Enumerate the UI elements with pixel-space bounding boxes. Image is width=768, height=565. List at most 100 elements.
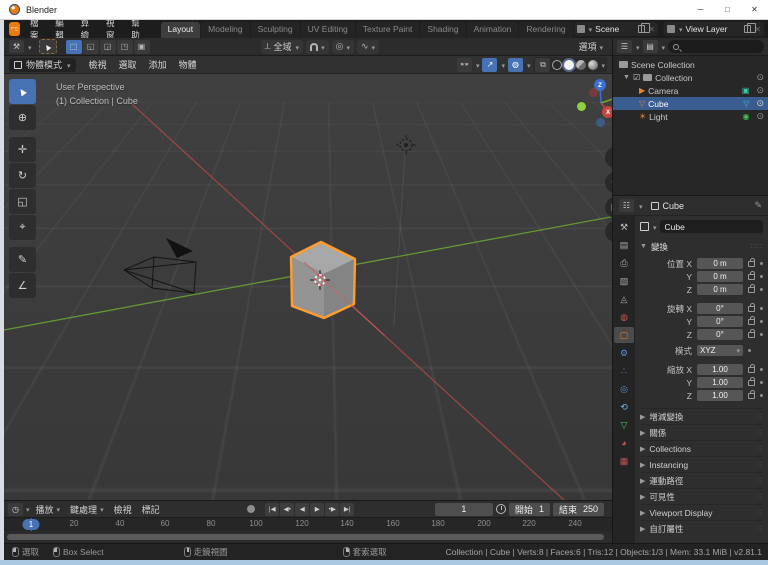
shading-material-button[interactable] (576, 59, 587, 70)
view-layer-selector[interactable]: View Layer ✕ (664, 22, 764, 36)
object-mode-dropdown[interactable]: 物體模式 (9, 57, 76, 72)
gizmo-x-axis[interactable]: X (602, 106, 612, 118)
shading-solid-button[interactable] (564, 59, 575, 70)
eye-icon[interactable]: ⊙ (756, 72, 764, 83)
timeline-menu-view[interactable]: 檢視 (110, 503, 136, 516)
timeline-menu-marker[interactable]: 標記 (138, 503, 164, 516)
end-frame-field[interactable]: 結束 250 (552, 502, 604, 516)
panel-relations[interactable]: ▶ 關係 ∷ (640, 424, 763, 440)
outliner-row-cube[interactable]: ▽ Cube ▽ ⊙ (613, 97, 768, 110)
lock-icon[interactable] (748, 257, 755, 267)
timeline-editor-icon[interactable]: ◷ (8, 502, 23, 516)
scale-y-input[interactable]: 1.00 (697, 377, 743, 388)
scale-z-input[interactable]: 1.00 (697, 390, 743, 401)
current-frame-field[interactable]: 1 (434, 502, 493, 516)
tab-layout[interactable]: Layout (160, 22, 201, 38)
properties-editor-icon[interactable]: ☷ (619, 199, 634, 212)
panel-motion-paths[interactable]: ▶ 運動路徑 ∷ (640, 472, 763, 488)
outliner-row-camera[interactable]: ▶ Camera ▣ ⊙ (613, 84, 768, 97)
select-mode-extend-button[interactable]: ◱ (82, 39, 99, 54)
rotation-x-input[interactable]: 0° (697, 303, 743, 314)
panel-collections[interactable]: ▶ Collections ∷ (640, 440, 763, 456)
select-mode-intersect-button[interactable]: ▣ (133, 39, 150, 54)
snap-toggle[interactable] (306, 39, 329, 54)
outliner-search-input[interactable] (668, 40, 764, 53)
tab-view-layer[interactable]: ▧ (614, 273, 634, 289)
tab-tool[interactable]: ⚒ (614, 219, 634, 235)
eye-icon[interactable]: ⊙ (756, 98, 764, 109)
scene-selector[interactable]: Scene ✕ (573, 22, 658, 36)
gizmo-x-neg-axis[interactable] (589, 88, 598, 97)
maximize-button[interactable]: □ (714, 0, 741, 20)
tab-particles[interactable]: ∴ (614, 363, 634, 379)
tab-object-data[interactable]: ▽ (614, 417, 634, 433)
object-name-input[interactable]: Cube (659, 220, 763, 233)
timeline-ruler[interactable]: 20 40 60 80 100 120 140 160 180 200 220 … (4, 517, 612, 531)
tab-uv-editing[interactable]: UV Editing (300, 22, 355, 38)
tab-constraints[interactable]: ⟲ (614, 399, 634, 415)
tab-physics[interactable]: ◎ (614, 381, 634, 397)
options-dropdown[interactable]: 選項 (578, 40, 607, 53)
location-y-input[interactable]: 0 m (697, 271, 743, 282)
tool-move[interactable]: ✛ (9, 137, 36, 162)
start-frame-field[interactable]: 開始 1 (508, 502, 550, 516)
next-keyframe-button[interactable]: •▶ (325, 502, 340, 516)
jump-to-start-button[interactable]: |◀ (265, 502, 280, 516)
lock-icon[interactable] (748, 328, 755, 338)
viewport-menu-select[interactable]: 選取 (114, 58, 142, 71)
gizmo-z-neg-axis[interactable] (596, 118, 605, 127)
play-reverse-button[interactable]: ◀ (295, 502, 310, 516)
panel-instancing[interactable]: ▶ Instancing ∷ (640, 456, 763, 472)
falloff-dropdown[interactable]: ∿ (356, 39, 380, 54)
eye-icon[interactable]: ⊙ (756, 111, 764, 122)
disclosure-triangle-icon[interactable]: ▼ (623, 74, 630, 81)
viewport-3d[interactable]: User Perspective (1) Collection | Cube ▲… (4, 74, 612, 500)
lock-icon[interactable] (748, 270, 755, 280)
outliner-row-scene-collection[interactable]: Scene Collection (613, 58, 768, 71)
panel-drag-handle[interactable]: ∷∷ (751, 242, 763, 251)
new-view-layer-icon[interactable] (744, 23, 757, 33)
animate-dot-icon[interactable] (760, 307, 763, 310)
tool-annotate[interactable]: ✎ (9, 247, 36, 272)
timeline-menu-keying[interactable]: 鍵處理 (66, 503, 108, 516)
active-tool-button[interactable]: ▲ (38, 39, 57, 54)
animate-dot-icon[interactable] (748, 349, 751, 352)
panel-visibility[interactable]: ▶ 可見性 ∷ (640, 488, 763, 504)
shading-rendered-button[interactable] (588, 59, 599, 70)
tab-object[interactable]: ▢ (614, 327, 634, 343)
camera-object[interactable] (123, 238, 197, 294)
pin-icon[interactable]: ✎ (754, 200, 762, 211)
rotation-z-input[interactable]: 0° (697, 329, 743, 340)
tool-select-box[interactable]: ▲ (9, 79, 36, 104)
select-mode-new-button[interactable]: ⬚ (65, 39, 82, 54)
visibility-dropdown[interactable]: 👓 (456, 57, 472, 72)
close-button[interactable]: ✕ (741, 0, 768, 20)
panel-viewport-display[interactable]: ▶ Viewport Display ∷ (640, 504, 763, 520)
tab-animation[interactable]: Animation (466, 22, 519, 38)
animate-dot-icon[interactable] (760, 368, 763, 371)
jump-to-end-button[interactable]: ▶| (340, 502, 355, 516)
scale-x-input[interactable]: 1.00 (697, 364, 743, 375)
tab-texture-paint[interactable]: Texture Paint (355, 22, 420, 38)
animate-dot-icon[interactable] (760, 320, 763, 323)
select-mode-invert-button[interactable]: ◳ (116, 39, 133, 54)
outliner-filter-icon[interactable]: ▤ (642, 40, 658, 53)
lock-icon[interactable] (748, 363, 755, 373)
gizmos-toggle[interactable]: ↗ (482, 57, 498, 72)
current-frame-badge[interactable]: 1 (22, 519, 40, 530)
lock-icon[interactable] (748, 302, 755, 312)
panel-delta-transform[interactable]: ▶ 增減變換 ∷ (640, 408, 763, 424)
timeline-scrollbar[interactable] (7, 534, 604, 540)
eye-icon[interactable]: ⊙ (756, 85, 764, 96)
tool-measure[interactable]: ∠ (9, 273, 36, 298)
tab-shading[interactable]: Shading (420, 22, 466, 38)
rotation-mode-dropdown[interactable]: XYZ (697, 345, 743, 356)
minimize-button[interactable]: ─ (687, 0, 714, 20)
tab-world[interactable]: ◍ (614, 309, 634, 325)
location-x-input[interactable]: 0 m (697, 258, 743, 269)
animate-dot-icon[interactable] (760, 262, 763, 265)
shading-wireframe-button[interactable] (552, 59, 563, 70)
tool-cursor[interactable]: ⊕ (9, 105, 36, 130)
tool-rotate[interactable]: ↻ (9, 163, 36, 188)
xray-toggle[interactable]: ⧉ (535, 57, 551, 72)
